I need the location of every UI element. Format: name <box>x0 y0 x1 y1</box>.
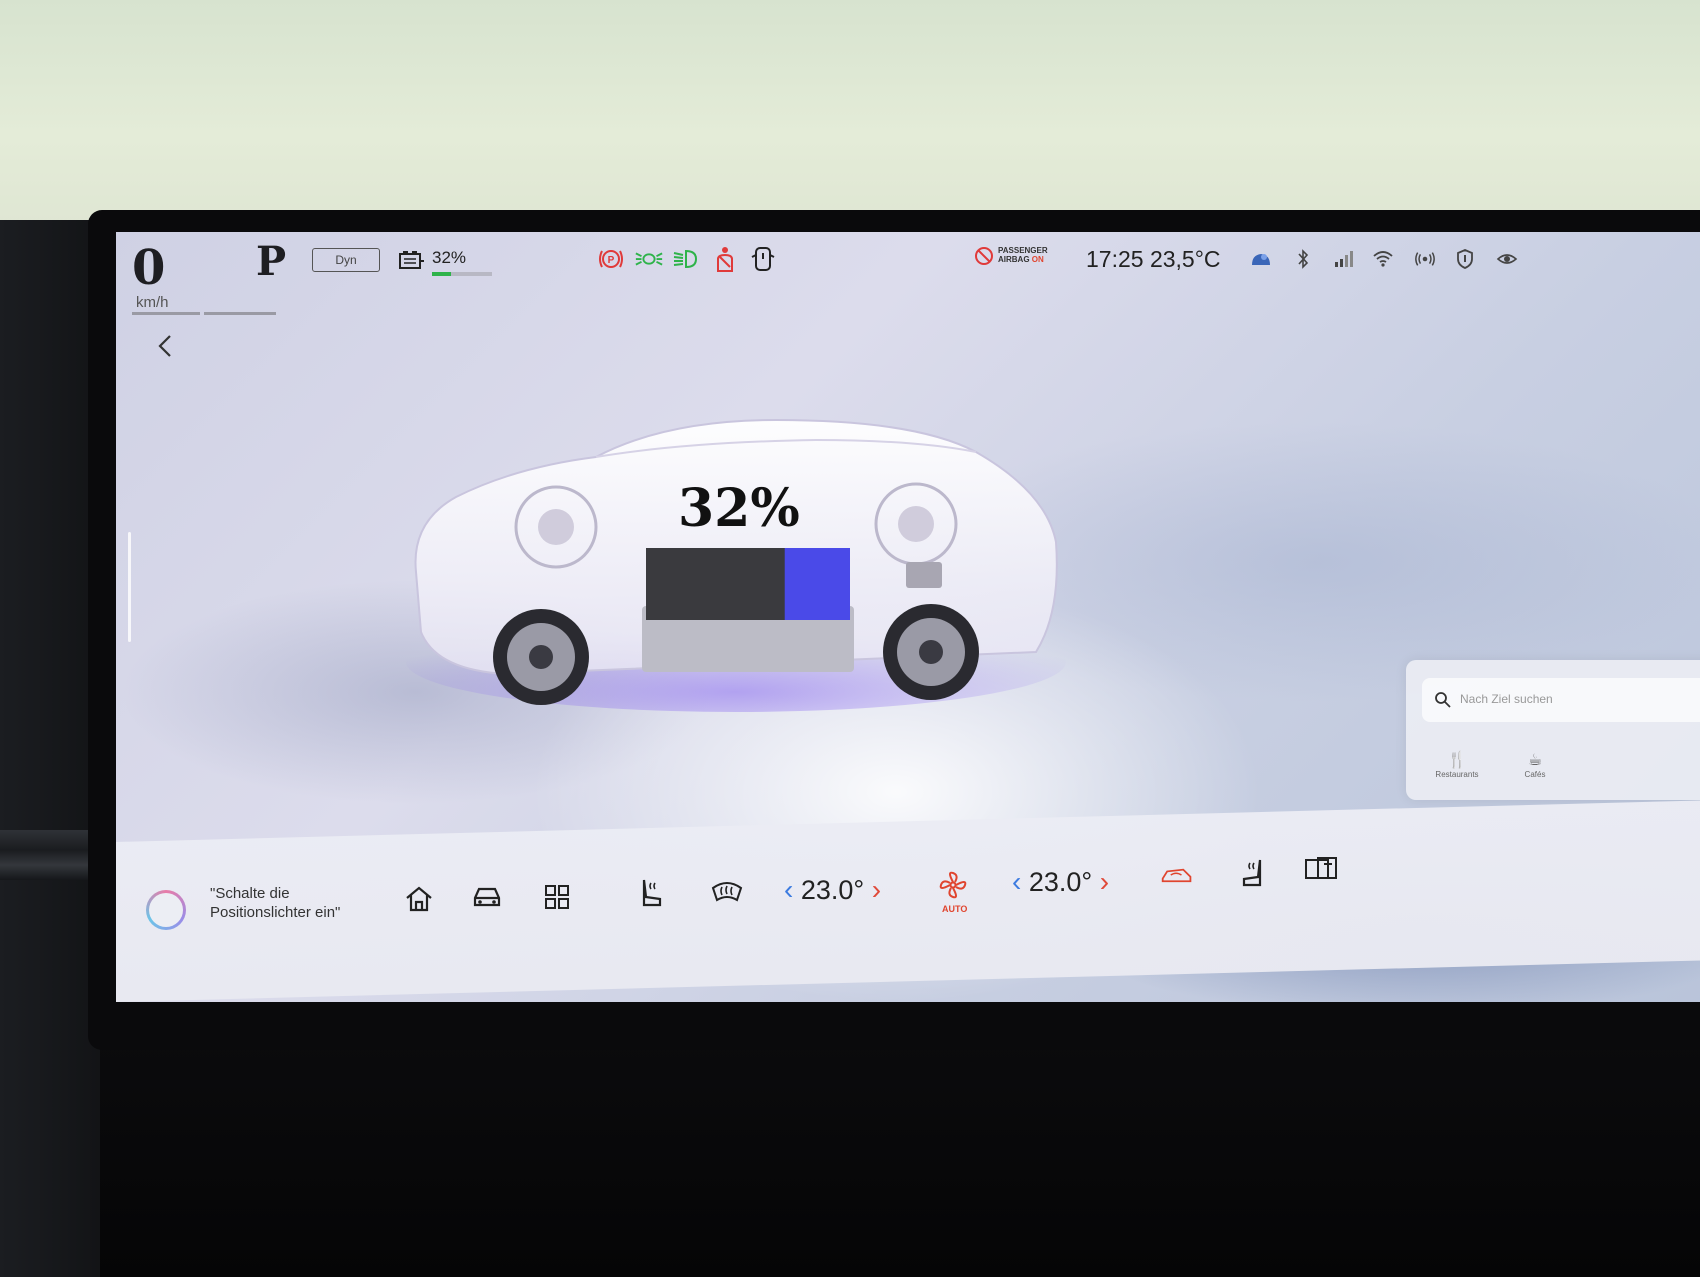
destination-search-input[interactable]: Nach Ziel suchen <box>1422 678 1700 722</box>
side-drag-handle[interactable] <box>128 532 131 642</box>
driver-temperature: 23.0° <box>800 875 865 905</box>
category-label: Cafés <box>1524 770 1546 779</box>
battery-bar-fill <box>432 272 452 276</box>
eye-icon[interactable] <box>1496 248 1518 270</box>
battery-status: 32% <box>398 246 508 280</box>
car-illustration <box>406 418 1066 712</box>
driver-temperature-control: ‹ 23.0° › <box>784 874 881 906</box>
headlight-icon <box>672 244 702 274</box>
bluetooth-icon[interactable] <box>1292 248 1314 270</box>
airbag-label-line1: PASSENGER <box>998 246 1048 255</box>
infotainment-screen: 0 km/h P Dyn 32% P PASSENGER AIRBAG ON 1… <box>116 232 1700 1002</box>
wifi-icon[interactable] <box>1372 248 1394 270</box>
passenger-temp-down-button[interactable]: ‹ <box>1012 866 1021 897</box>
screen-switch-icon <box>1305 857 1337 879</box>
fan-button[interactable] <box>936 868 970 902</box>
parking-lights-icon <box>634 244 664 274</box>
apps-grid-icon <box>545 885 569 909</box>
home-icon <box>406 886 432 912</box>
battery-percent-small: 32% <box>432 248 467 267</box>
passenger-seat-heating-icon <box>1242 859 1262 887</box>
airbag-off-icon <box>975 247 993 265</box>
status-bar: 0 km/h P Dyn 32% P PASSENGER AIRBAG ON 1… <box>116 232 1700 315</box>
seatbelt-icon <box>710 244 740 274</box>
passenger-seat-heating-button[interactable] <box>1236 856 1270 890</box>
vehicle-button[interactable] <box>470 880 504 914</box>
airbag-label-line2: AIRBAG <box>998 255 1030 264</box>
battery-icon <box>399 251 424 269</box>
fan-icon <box>939 871 967 899</box>
weather-icon[interactable] <box>1250 248 1272 270</box>
airbag-state: ON <box>1031 255 1044 264</box>
assistant-text-line1: "Schalte die <box>210 885 290 902</box>
seat-heating-icon <box>642 879 662 907</box>
back-button[interactable] <box>148 328 184 364</box>
passenger-temperature-control: ‹ 23.0° › <box>1012 866 1109 898</box>
parking-brake-icon: P <box>596 244 626 274</box>
home-button[interactable] <box>402 882 436 916</box>
time-temperature: 17:25 23,5°C <box>1086 246 1221 272</box>
battery-percent-large: 32% <box>678 478 800 539</box>
cellular-signal-icon <box>1332 248 1354 270</box>
car-icon <box>473 887 501 907</box>
driver-seat-heating-button[interactable] <box>634 876 668 910</box>
passenger-temp-up-button[interactable]: › <box>1100 866 1109 897</box>
apps-button[interactable] <box>540 880 574 914</box>
background-wall <box>0 0 1700 225</box>
assistant-suggestion[interactable]: "Schalte die Positionslichter ein" <box>210 884 340 922</box>
door-open-icon <box>748 244 778 274</box>
driver-temp-up-button[interactable]: › <box>872 874 881 905</box>
coffee-icon: ☕ <box>1527 752 1543 769</box>
svg-text:P: P <box>608 255 615 266</box>
broadcast-icon[interactable] <box>1414 248 1436 270</box>
battery-pack-fill <box>784 548 850 620</box>
defrost-button[interactable] <box>710 874 744 908</box>
category-label: Restaurants <box>1435 770 1479 779</box>
search-icon <box>1435 692 1451 708</box>
bottom-dock: "Schalte die Positionslichter ein" ‹ 23.… <box>116 857 1700 960</box>
navigation-panel: Nach Ziel suchen 🍴 Restaurants ☕ Cafés <box>1406 660 1700 800</box>
shield-icon[interactable] <box>1454 248 1476 270</box>
speed-unit: km/h <box>136 294 169 311</box>
battery-bar <box>432 272 492 276</box>
search-placeholder: Nach Ziel suchen <box>1460 692 1553 706</box>
speed-value: 0 <box>132 240 166 296</box>
screen-switch-button[interactable] <box>1304 852 1338 886</box>
category-restaurants[interactable]: 🍴 Restaurants <box>1422 750 1492 779</box>
recirculation-button[interactable] <box>1160 858 1194 892</box>
gear-indicator: P <box>256 238 287 285</box>
fan-mode-label: AUTO <box>942 904 968 914</box>
voice-assistant-button[interactable] <box>146 890 186 930</box>
passenger-temperature: 23.0° <box>1028 867 1093 897</box>
defrost-icon <box>711 882 743 902</box>
category-cafes[interactable]: ☕ Cafés <box>1500 750 1570 779</box>
drive-mode-button[interactable]: Dyn <box>312 248 380 272</box>
assistant-text-line2: Positionslichter ein" <box>210 904 341 921</box>
driver-temp-down-button[interactable]: ‹ <box>784 874 793 905</box>
restaurant-icon: 🍴 <box>1447 752 1467 769</box>
chevron-left-icon <box>158 335 171 357</box>
recirculation-car-icon <box>1161 868 1192 883</box>
